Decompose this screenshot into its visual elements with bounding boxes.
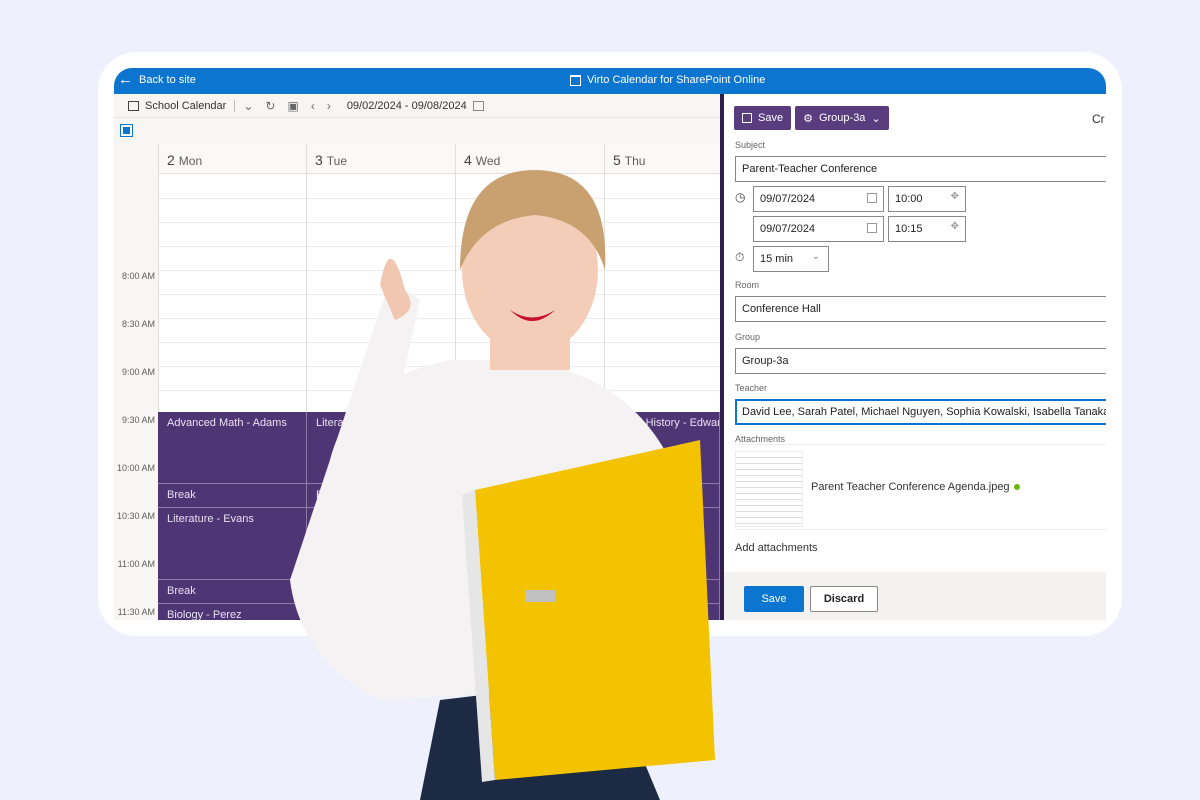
group-dropdown-button[interactable]: ⚙ Group-3a ⌄: [795, 106, 889, 130]
time-label: 11:00 AM: [117, 559, 155, 569]
reminder-dropdown[interactable]: 15 min ⌄: [753, 246, 829, 272]
start-date-input[interactable]: 09/07/2024: [753, 186, 884, 212]
arrow-left-icon: ←: [118, 71, 133, 88]
save-primary-button[interactable]: Save: [744, 586, 804, 612]
chevron-down-icon: ⌄: [871, 112, 881, 125]
event[interactable]: Break: [158, 580, 307, 604]
time-label: 10:30 AM: [116, 511, 155, 521]
calendar-name[interactable]: School Calendar: [145, 100, 226, 112]
attachment-thumbnail: [735, 451, 803, 527]
panel-header-partial: Cr: [1092, 112, 1105, 126]
back-label: Back to site: [139, 74, 196, 86]
group-label: Group: [735, 332, 761, 342]
top-bar: ← Back to site Virto Calendar for ShareP…: [114, 68, 1106, 94]
today-icon[interactable]: ▣: [287, 99, 298, 113]
event[interactable]: [307, 580, 720, 604]
grid-line: [158, 198, 720, 199]
grid-line: [158, 366, 720, 367]
save-button[interactable]: Save: [734, 106, 792, 130]
event-edit-panel: Save ⚙ Group-3a ⌄ Cr Subject Parent-Teac…: [720, 94, 1106, 620]
skirt: [420, 680, 660, 800]
date-picker-icon[interactable]: [472, 100, 484, 111]
app-title: Virto Calendar for SharePoint Online: [570, 74, 765, 86]
day-header[interactable]: 4 Wed: [455, 144, 604, 174]
group-input[interactable]: Group-3a: [735, 348, 1106, 374]
edit-icon[interactable]: [128, 100, 139, 111]
grid-line: [158, 318, 720, 319]
next-icon[interactable]: ›: [327, 99, 331, 113]
refresh-icon[interactable]: ↻: [265, 99, 275, 113]
chevron-down-icon: ⌄: [811, 251, 820, 262]
event[interactable]: [456, 484, 720, 508]
week-grid: 2 Mon 3 Tue 4 Wed 5 Thu 8:00 AM 8:30 AM 9:00…: [114, 144, 720, 620]
event[interactable]: Literature - Evans: [158, 508, 307, 580]
prev-icon[interactable]: ‹: [311, 99, 315, 113]
spinner-icon[interactable]: ✥: [951, 191, 959, 202]
attachments-label: Attachments: [735, 434, 786, 444]
event[interactable]: Literature - ...: [307, 412, 456, 484]
clock-icon: ◷: [735, 190, 746, 204]
room-label: Room: [735, 280, 760, 290]
panel-footer: Save Discard: [724, 572, 1106, 620]
time-label: 11:30 AM: [117, 607, 155, 617]
day-header[interactable]: 3 Tue: [306, 144, 455, 174]
time-label: 9:30 AM: [121, 415, 155, 425]
event[interactable]: Biology - Perez: [158, 604, 307, 620]
event[interactable]: Break: [158, 484, 307, 508]
time-column: [114, 144, 158, 620]
discard-button[interactable]: Discard: [810, 586, 878, 612]
grid-line: [158, 246, 720, 247]
start-time-input[interactable]: 10:00 ✥: [888, 186, 966, 212]
spinner-icon[interactable]: ✥: [951, 221, 959, 232]
event[interactable]: Advanced Math - Adams: [158, 412, 307, 484]
calendar-checkbox[interactable]: [120, 124, 133, 137]
calendar-icon: [570, 74, 581, 86]
grid-line: [158, 390, 720, 391]
time-label: 9:00 AM: [121, 367, 155, 377]
event[interactable]: Biology - ...: [456, 412, 605, 484]
end-date-input[interactable]: 09/07/2024: [753, 216, 884, 242]
sub-toolbar: [114, 118, 720, 144]
save-icon: [742, 113, 752, 123]
grid-line: [158, 294, 720, 295]
group-button-label: Group-3a: [818, 112, 866, 124]
chevron-down-icon[interactable]: ⌄: [243, 99, 253, 113]
day-header[interactable]: 2 Mon: [158, 144, 306, 174]
subject-input[interactable]: Parent-Teacher Conference: [735, 156, 1106, 182]
add-attachments-link[interactable]: Add attachments: [735, 542, 818, 554]
teacher-input[interactable]: David Lee, Sarah Patel, Michael Nguyen, …: [735, 399, 1106, 425]
room-input[interactable]: Conference Hall: [735, 296, 1106, 322]
divider: [234, 99, 236, 112]
attachment-item[interactable]: Parent Teacher Conference Agenda.jpeg: [735, 444, 1106, 530]
teacher-label: Teacher: [735, 383, 768, 393]
grid-line: [158, 270, 720, 271]
event[interactable]: [307, 604, 720, 620]
group-icon: ⚙: [803, 112, 813, 125]
calendar-toolbar: School Calendar ⌄ ↻ ▣ ‹ › 09/02/2024 - 0…: [114, 94, 720, 118]
event[interactable]: World History - Edwards: [605, 412, 720, 484]
calendar-icon[interactable]: [867, 193, 877, 203]
calendar-app: ← Back to site Virto Calendar for ShareP…: [114, 68, 1106, 620]
subject-label: Subject: [735, 140, 766, 150]
timer-icon: ⏱: [735, 250, 745, 264]
back-to-site-link[interactable]: ← Back to site: [118, 71, 196, 88]
event[interactable]: Break: [307, 484, 456, 508]
event[interactable]: ... Math - B...: [307, 508, 720, 580]
time-label: 8:00 AM: [121, 271, 155, 281]
time-label: 8:30 AM: [121, 319, 155, 329]
save-label: Save: [758, 112, 784, 124]
status-dot-icon: [1013, 484, 1020, 490]
day-header[interactable]: 5 Thu: [604, 144, 720, 174]
end-time-input[interactable]: 10:15 ✥: [888, 216, 966, 242]
attachment-name[interactable]: Parent Teacher Conference Agenda.jpeg: [811, 481, 1010, 493]
grid-line: [158, 222, 720, 223]
time-label: 10:00 AM: [116, 463, 155, 473]
grid-line: [158, 342, 720, 343]
calendar-icon[interactable]: [867, 223, 877, 233]
date-range[interactable]: 09/02/2024 - 09/08/2024: [347, 100, 467, 112]
app-title-text: Virto Calendar for SharePoint Online: [587, 74, 766, 86]
